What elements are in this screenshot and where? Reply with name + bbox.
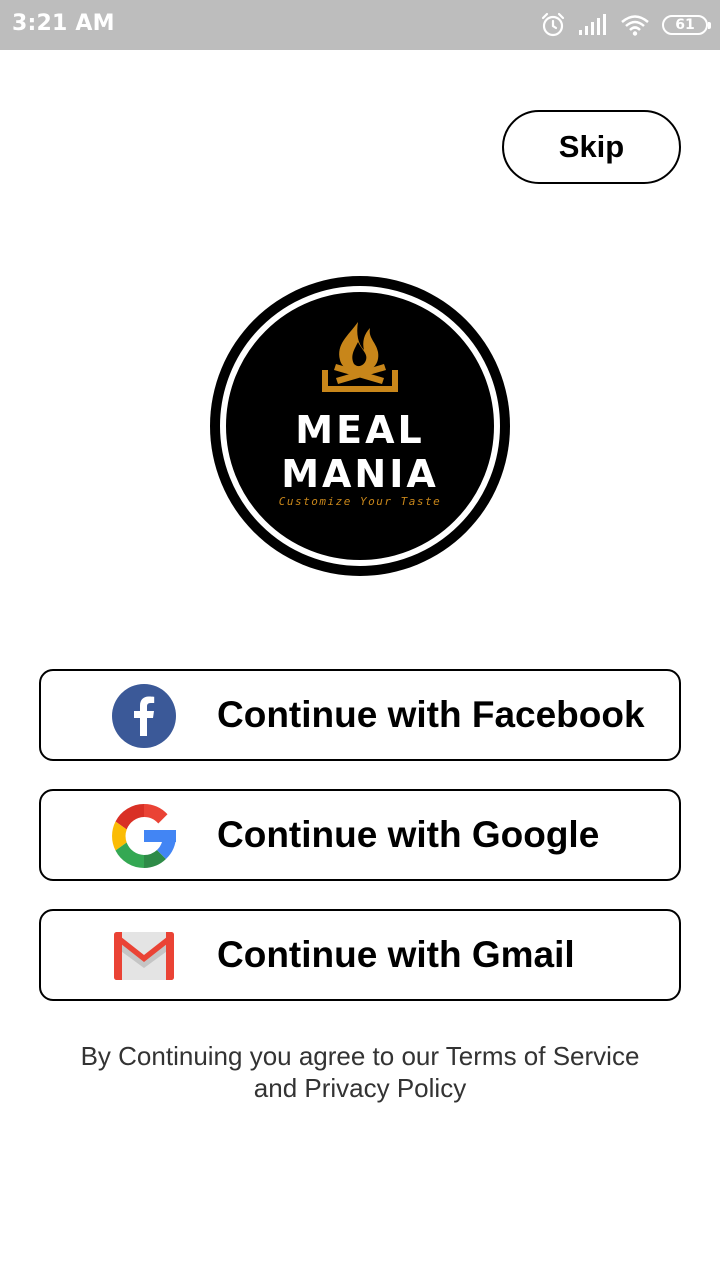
skip-label: Skip	[558, 129, 625, 164]
terms-line-2: and Privacy Policy	[253, 1073, 467, 1103]
google-button-label: Continue with Google	[217, 814, 600, 855]
gmail-button-label: Continue with Gmail	[217, 934, 575, 975]
logo-title-line1: MEAL	[295, 408, 425, 452]
continue-with-google-button[interactable]: Continue with Google	[39, 789, 681, 881]
wifi-icon	[621, 15, 649, 36]
alarm-icon	[541, 12, 565, 37]
google-icon	[112, 804, 176, 868]
facebook-icon	[112, 684, 176, 748]
continue-with-facebook-button[interactable]: Continue with Facebook	[39, 669, 681, 761]
terms-line-1: By Continuing you agree to our Terms of …	[80, 1041, 640, 1071]
battery-icon: 61	[662, 15, 711, 35]
battery-level: 61	[675, 17, 695, 33]
flame-icon	[322, 322, 398, 392]
status-bar: 3:21 AM 61	[0, 0, 720, 50]
logo-title-line2: MANIA	[281, 452, 439, 496]
terms-text: By Continuing you agree to our Terms of …	[40, 1040, 680, 1104]
signal-icon	[579, 14, 606, 35]
gmail-icon	[114, 932, 174, 980]
status-icons: 61	[540, 10, 711, 40]
skip-button[interactable]: Skip	[502, 110, 681, 184]
facebook-button-label: Continue with Facebook	[217, 694, 645, 735]
logo-tagline: Customize Your Taste	[278, 495, 442, 508]
app-logo: MEAL MANIA Customize Your Taste	[210, 276, 510, 576]
status-time: 3:21 AM	[12, 11, 115, 36]
continue-with-gmail-button[interactable]: Continue with Gmail	[39, 909, 681, 1001]
